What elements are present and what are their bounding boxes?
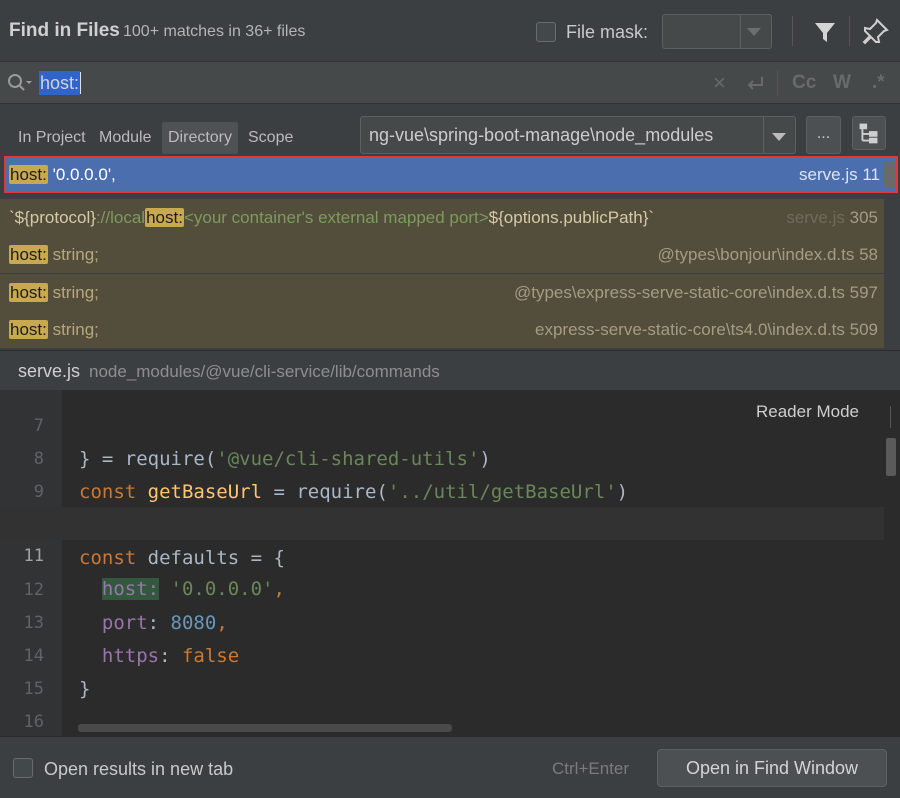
result-file-line: 305 [849, 208, 878, 227]
result-after: ${options.publicPath}` [488, 208, 655, 227]
match-highlight: host: [9, 165, 48, 184]
regex-icon[interactable]: .* [872, 72, 885, 94]
browse-button[interactable]: ... [806, 116, 841, 154]
result-file: serve.js 11 [799, 165, 880, 184]
text-caret [80, 72, 81, 94]
chevron-down-icon[interactable] [772, 133, 786, 141]
result-row-selected[interactable]: host: '0.0.0.0', serve.js 11 [4, 156, 898, 193]
directory-path: ng-vue\spring-boot-manage\node_modules [369, 125, 714, 145]
match-highlight: host: [9, 320, 48, 339]
file-mask-combo[interactable] [662, 14, 772, 49]
scroll-track [890, 406, 891, 428]
new-tab-label: Open results in new tab [44, 759, 234, 779]
newline-icon[interactable] [744, 74, 766, 94]
code-line: 7 } = require('@vue/cli-shared-utils') [0, 390, 884, 470]
result-text: `${protocol}://localhost:<your container… [9, 199, 654, 236]
code-line: 13 https: false [0, 574, 884, 667]
editor-hscrollbar[interactable] [78, 724, 452, 732]
directory-combo[interactable]: ng-vue\spring-boot-manage\node_modules [360, 116, 796, 154]
match-case-icon[interactable]: Cc [792, 72, 816, 94]
code-line-current: 11 host: '0.0.0.0', [0, 507, 884, 600]
new-tab-checkbox[interactable] [13, 758, 33, 778]
result-text: host: string; [9, 311, 99, 348]
search-bar: host: × Cc W .* [0, 62, 900, 104]
find-header: Find in Files 100+ matches in 36+ files … [0, 0, 900, 62]
divider [849, 16, 850, 46]
preview-file-path: node_modules/@vue/cli-service/lib/comman… [89, 362, 440, 381]
result-file: @types\express-serve-static-core\index.d… [513, 283, 878, 302]
match-summary: 100+ matches in 36+ files [123, 23, 306, 40]
result-row[interactable]: host: string; @types\express-serve-stati… [0, 274, 884, 311]
result-text: host: '0.0.0.0', [9, 156, 116, 193]
preview-header: serve.js node_modules/@vue/cli-service/l… [0, 350, 900, 390]
code-preview[interactable]: 7 } = require('@vue/cli-shared-utils') 8… [0, 390, 900, 736]
filter-icon[interactable] [810, 17, 840, 47]
divider [792, 16, 793, 46]
result-text: host: string; [9, 236, 99, 273]
result-after: string; [47, 245, 99, 264]
result-file: @types\bonjour\index.d.ts 58 [657, 245, 878, 264]
result-after: string; [47, 320, 99, 339]
result-row[interactable]: host: string; @types\bonjour\index.d.ts … [0, 236, 884, 273]
results-scrollbar[interactable] [884, 162, 896, 188]
result-file-name: serve.js [786, 208, 845, 227]
scope-bar: In Project Module Directory Scope ng-vue… [0, 104, 900, 154]
shortcut-hint: Ctrl+Enter [552, 759, 629, 778]
combo-separator [740, 15, 741, 48]
result-row[interactable]: `${protocol}://localhost:<your container… [0, 199, 884, 236]
file-mask-checkbox[interactable] [536, 22, 556, 42]
open-in-find-window-button[interactable]: Open in Find Window [657, 749, 887, 787]
code-line: 14 } [0, 607, 884, 700]
tab-module[interactable]: Module [93, 122, 157, 154]
result-before: `${protocol} [9, 208, 96, 227]
search-history-icon[interactable] [6, 72, 32, 94]
chevron-down-icon[interactable] [747, 28, 761, 36]
result-file: serve.js 305 [786, 199, 878, 236]
result-after: string; [47, 283, 99, 302]
file-mask-label: File mask: [566, 22, 649, 42]
result-row[interactable]: host: string; express-serve-static-core\… [0, 311, 884, 348]
result-text: host: string; [9, 274, 99, 311]
code-line: 15 [0, 640, 884, 699]
match-highlight: host: [9, 245, 48, 264]
clear-icon[interactable]: × [713, 72, 726, 94]
divider [777, 70, 778, 96]
tab-in-project[interactable]: In Project [12, 122, 92, 154]
code-line: 16 /** @type {import('@vue/cli-service')… [0, 673, 884, 732]
result-after: '0.0.0.0', [47, 165, 116, 184]
tab-directory[interactable]: Directory [162, 122, 239, 154]
code-line: 10 const defaults = { [0, 476, 884, 569]
code-line: 12 port: 8080, [0, 541, 884, 634]
reader-mode-link[interactable]: Reader Mode [756, 402, 859, 422]
match-highlight: host: [145, 208, 184, 227]
whole-words-icon[interactable]: W [833, 72, 851, 94]
pin-icon[interactable] [860, 17, 890, 47]
code-line: 8 const getBaseUrl = require('../util/ge… [0, 410, 884, 503]
combo-separator [763, 117, 764, 153]
editor-scrollbar[interactable] [886, 438, 896, 476]
tab-scope[interactable]: Scope [242, 122, 299, 154]
code-line: 9 [0, 443, 884, 502]
dialog-footer: Open results in new tab Ctrl+Enter Open … [0, 736, 900, 798]
result-before: ://local [95, 208, 146, 227]
preview-file-name: serve.js [18, 361, 81, 381]
folder-tree-icon [859, 123, 878, 144]
dialog-title: Find in Files [9, 20, 120, 41]
search-input[interactable]: host: [39, 71, 81, 95]
result-file: express-serve-static-core\ts4.0\index.d.… [535, 320, 878, 339]
results-list: host: '0.0.0.0', serve.js 11 `${protocol… [0, 154, 900, 350]
recursive-toggle[interactable] [852, 116, 886, 150]
match-highlight: host: [9, 283, 48, 302]
result-after: <your container's external mapped port> [183, 208, 489, 227]
